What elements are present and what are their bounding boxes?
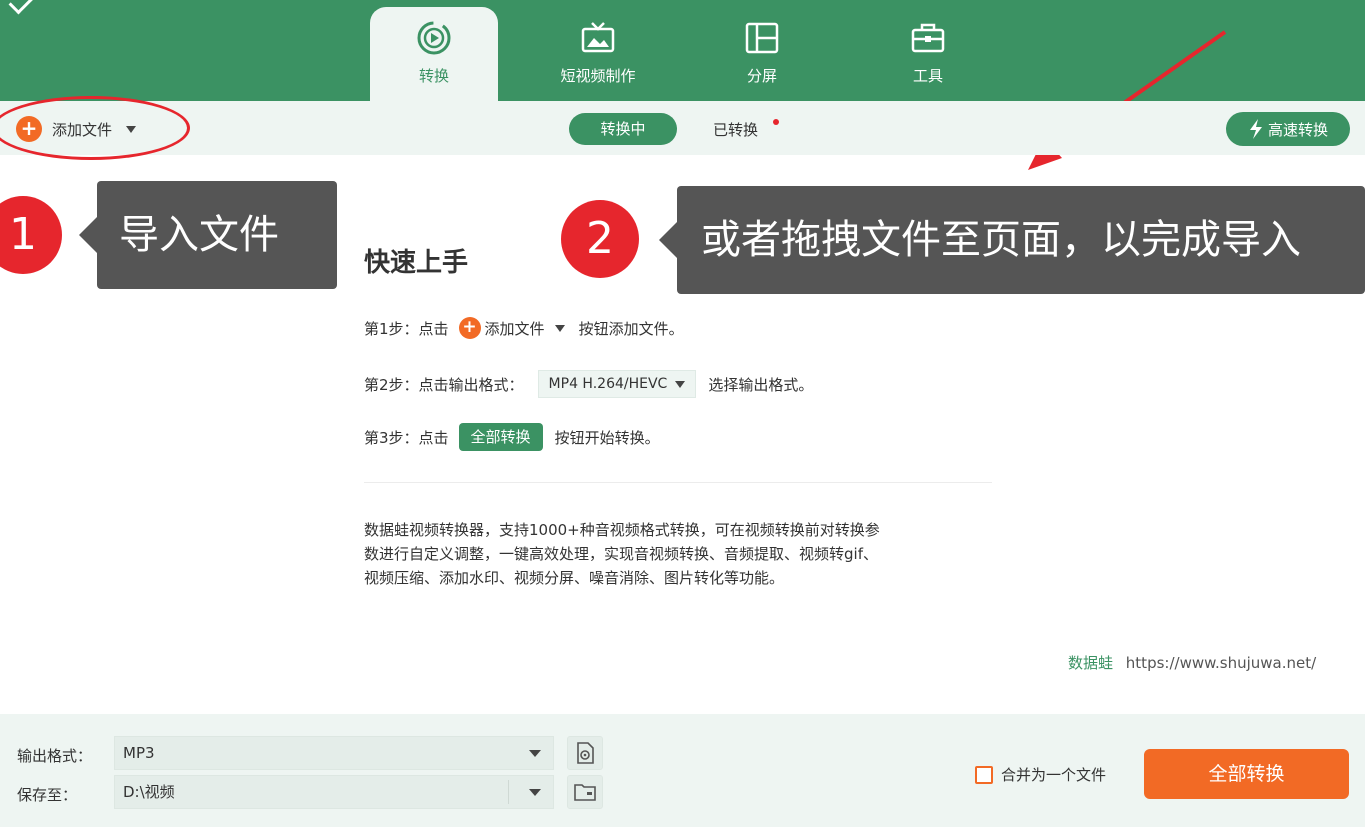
chevron-down-icon xyxy=(529,789,541,796)
step-1-suffix: 按钮添加文件。 xyxy=(578,319,684,338)
quick-start-title: 快速上手 xyxy=(364,248,469,278)
save-to-label: 保存至： xyxy=(17,786,78,804)
tab-convert-label: 转换 xyxy=(418,67,449,85)
output-format-value: MP3 xyxy=(123,744,155,762)
merge-files-label: 合并为一个文件 xyxy=(1001,766,1107,784)
toolbar: + 添加文件 转换中 已转换 高速转换 xyxy=(0,101,1365,155)
guide-divider xyxy=(364,482,992,483)
bottom-bar: 输出格式： MP3 保存至： D:\视频 合并为一个文件 全部转换 xyxy=(0,714,1365,827)
tab-converting[interactable]: 转换中 xyxy=(569,113,677,145)
plus-icon: + xyxy=(16,116,42,142)
save-to-select[interactable]: D:\视频 xyxy=(114,775,554,809)
notification-dot xyxy=(773,119,779,125)
fast-convert-button[interactable]: 高速转换 xyxy=(1226,112,1350,146)
output-format-chip[interactable]: MP4 H.264/HEVC xyxy=(537,370,697,398)
tab-split-screen-label: 分屏 xyxy=(746,67,777,85)
app-logo xyxy=(8,0,36,15)
annotation-callout-2: 或者拖拽文件至页面，以完成导入 xyxy=(659,186,1365,294)
tab-short-video[interactable]: 短视频制作 xyxy=(534,7,662,101)
step-2-prefix: 第2步：点击输出格式： xyxy=(364,375,524,394)
step-1-add-file[interactable]: 添加文件 xyxy=(485,318,545,339)
chevron-down-icon xyxy=(675,380,686,388)
description-line: 数进行自定义调整，一键高效处理，实现音视频转换、音频提取、视频转gif、 xyxy=(364,545,878,563)
add-file-button[interactable]: + 添加文件 xyxy=(16,115,137,143)
step-3-suffix: 按钮开始转换。 xyxy=(554,428,660,447)
plus-icon: + xyxy=(458,317,481,339)
output-format-select[interactable]: MP3 xyxy=(114,736,554,770)
product-description: 数据蛙视频转换器，支持1000+种音视频格式转换，可在视频转换前对转换参 数进行… xyxy=(364,518,1004,590)
annotation-callout-1: 导入文件 xyxy=(79,181,337,289)
description-line: 数据蛙视频转换器，支持1000+种音视频格式转换，可在视频转换前对转换参 xyxy=(364,521,880,539)
settings-doc-icon xyxy=(577,742,594,764)
checkbox[interactable] xyxy=(975,765,993,784)
output-format-chip-label: MP4 H.264/HEVC xyxy=(548,376,668,392)
guide-step-2: 第2步：点击输出格式： MP4 H.264/HEVC 选择输出格式。 xyxy=(364,370,813,398)
open-folder-button[interactable] xyxy=(567,775,603,809)
split-screen-icon xyxy=(745,22,779,54)
chevron-down-icon xyxy=(529,750,541,757)
tab-tools-label: 工具 xyxy=(912,67,943,85)
tab-short-video-label: 短视频制作 xyxy=(560,67,636,85)
annotation-badge-2: 2 xyxy=(561,200,639,278)
save-to-value: D:\视频 xyxy=(123,783,175,801)
convert-play-icon xyxy=(417,21,451,55)
convert-all-chip[interactable]: 全部转换 xyxy=(458,423,543,451)
format-settings-button[interactable] xyxy=(567,736,603,770)
output-format-label: 输出格式： xyxy=(17,747,93,765)
chevron-down-icon[interactable] xyxy=(126,125,137,133)
guide-step-1: 第1步：点击 + 添加文件 按钮添加文件。 xyxy=(364,317,684,339)
fast-convert-label: 高速转换 xyxy=(1267,120,1328,139)
watermark: 数据蛙 https://www.shujuwa.net/ xyxy=(1068,652,1316,673)
step-1-prefix: 第1步：点击 xyxy=(364,319,449,338)
step-2-suffix: 选择输出格式。 xyxy=(708,375,814,394)
toolbox-icon xyxy=(911,23,945,53)
top-nav-bar: 转换 短视频制作 分屏 工具 xyxy=(0,0,1365,170)
folder-icon xyxy=(574,784,596,801)
watermark-brand: 数据蛙 xyxy=(1068,654,1114,672)
convert-all-button[interactable]: 全部转换 xyxy=(1144,749,1349,799)
lightning-icon xyxy=(1249,119,1262,139)
annotation-badge-1: 1 xyxy=(0,196,62,274)
select-separator xyxy=(508,780,509,804)
description-line: 视频压缩、添加水印、视频分屏、噪音消除、图片转化等功能。 xyxy=(364,569,785,587)
tab-split-screen[interactable]: 分屏 xyxy=(698,7,826,101)
guide-step-3: 第3步：点击 全部转换 按钮开始转换。 xyxy=(364,423,660,451)
chevron-down-icon xyxy=(554,324,565,332)
tab-convert[interactable]: 转换 xyxy=(370,7,498,101)
annotation-arrow xyxy=(1028,30,1227,170)
step-3-prefix: 第3步：点击 xyxy=(364,428,449,447)
watermark-url: https://www.shujuwa.net/ xyxy=(1125,654,1317,672)
merge-files-checkbox[interactable]: 合并为一个文件 xyxy=(975,764,1106,785)
tv-icon xyxy=(581,22,615,53)
tab-converted[interactable]: 已转换 xyxy=(713,119,758,140)
tab-tools[interactable]: 工具 xyxy=(864,7,992,101)
add-file-label: 添加文件 xyxy=(52,120,113,139)
